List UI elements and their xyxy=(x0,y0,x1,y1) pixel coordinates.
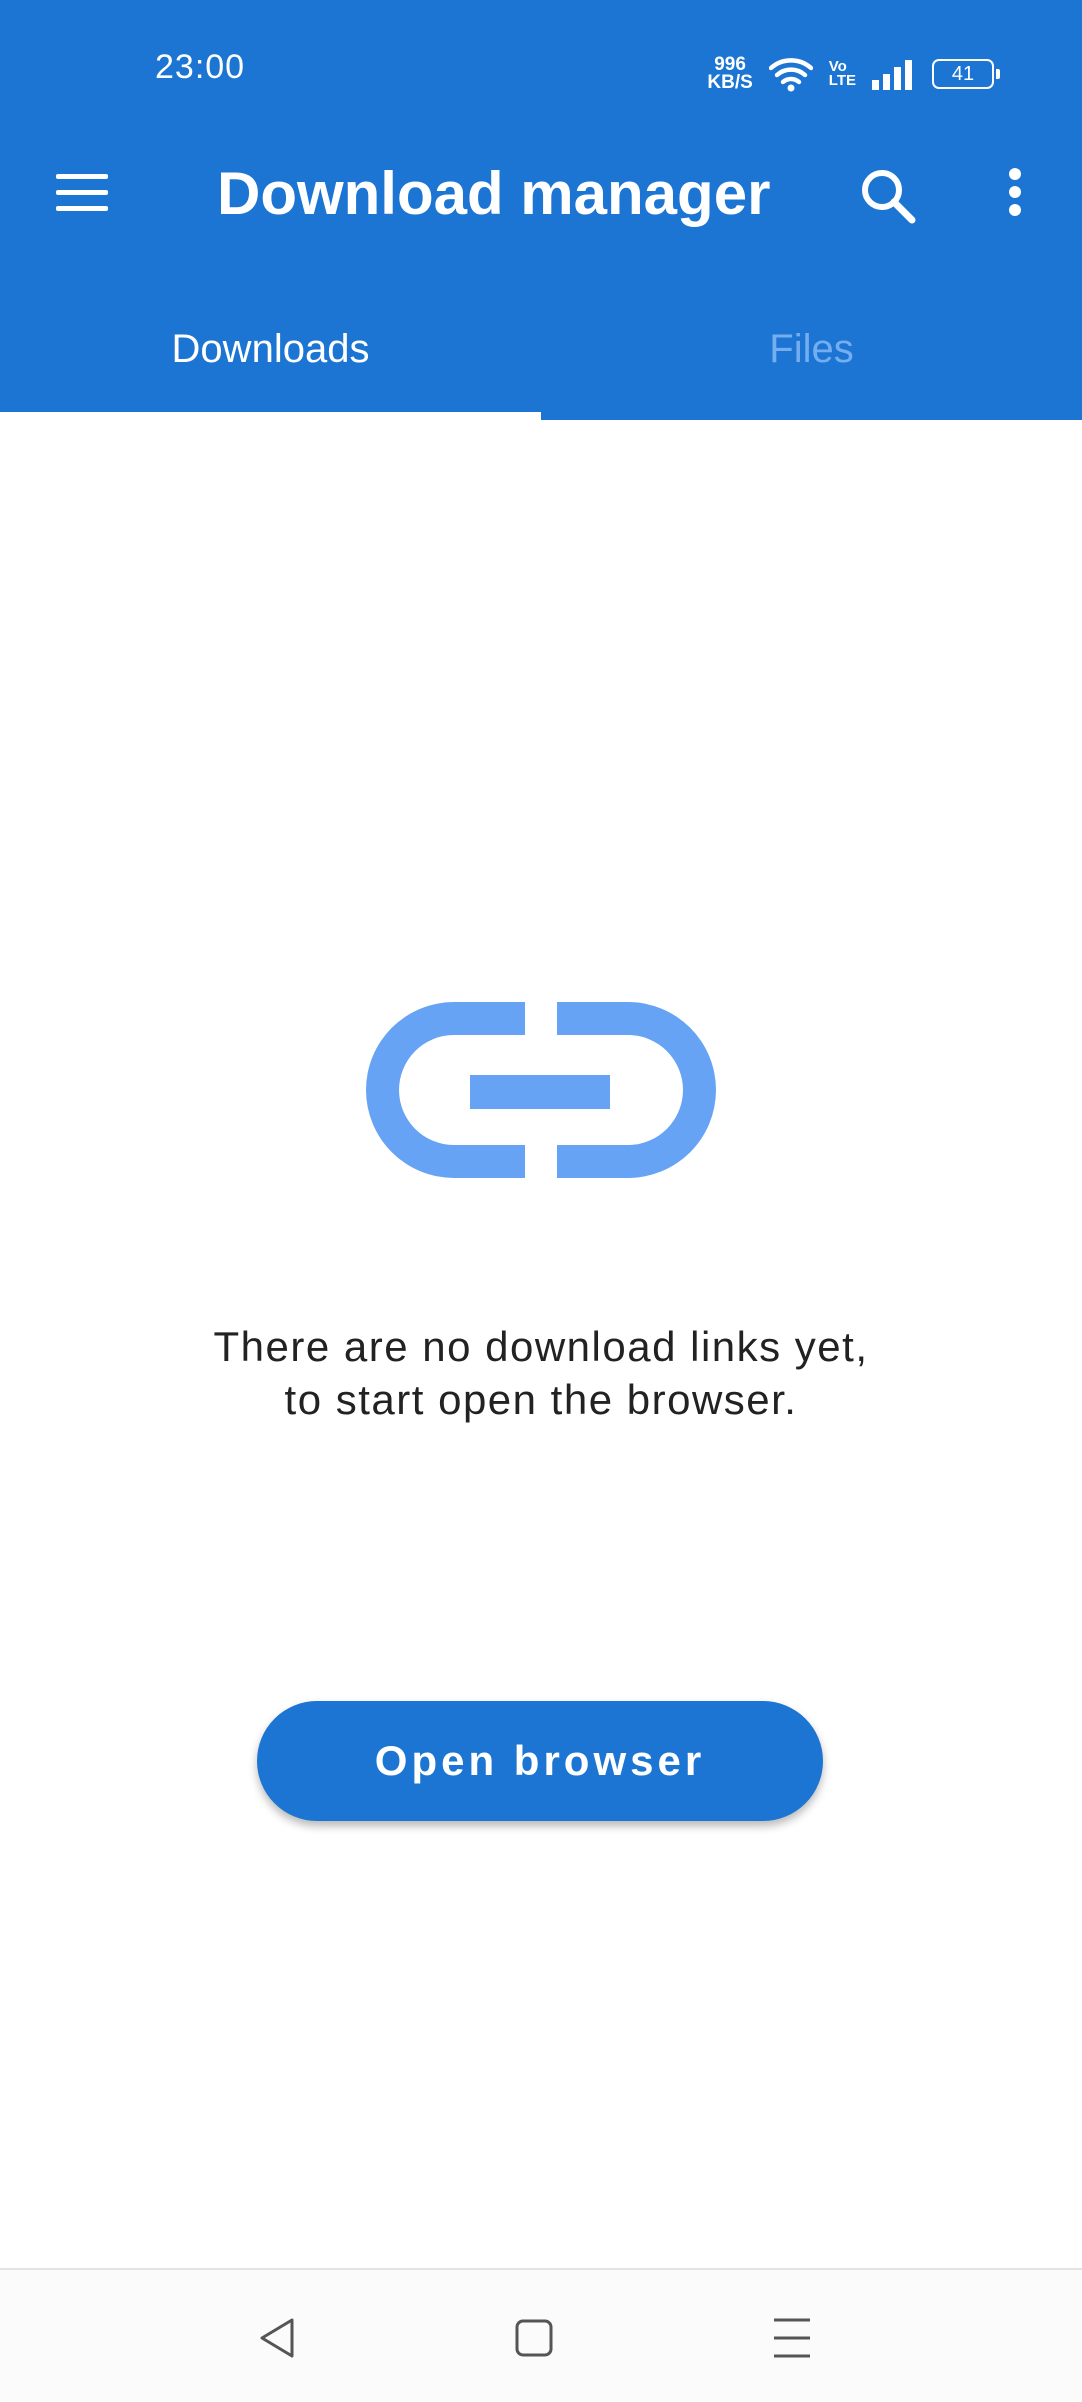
tab-selected-indicator xyxy=(0,412,541,420)
nav-back-button[interactable] xyxy=(237,2300,317,2376)
back-icon xyxy=(260,2318,294,2358)
menu-button[interactable] xyxy=(52,170,118,216)
battery-icon: 41 xyxy=(932,59,1000,89)
system-nav-bar xyxy=(0,2268,1082,2402)
link-icon xyxy=(366,1002,716,1178)
nav-home-button[interactable] xyxy=(494,2300,574,2376)
recents-icon xyxy=(774,2318,810,2358)
status-time: 23:00 xyxy=(155,48,246,86)
more-vert-icon xyxy=(1009,168,1021,216)
battery-level: 41 xyxy=(951,62,975,85)
search-icon xyxy=(862,170,916,224)
nav-recents-button[interactable] xyxy=(752,2300,832,2376)
status-icons: 996 KB/S Vo LTE 41 xyxy=(707,52,1000,96)
tab-downloads[interactable]: Downloads xyxy=(0,300,541,420)
signal-icon xyxy=(872,60,912,90)
page-title: Download manager xyxy=(217,160,771,227)
home-icon xyxy=(515,2319,553,2357)
volte-bottom: LTE xyxy=(828,72,856,89)
volte-indicator: Vo LTE xyxy=(828,59,856,89)
tab-files-label: Files xyxy=(769,326,854,371)
network-speed: 996 KB/S xyxy=(707,55,753,93)
search-button[interactable] xyxy=(852,160,928,236)
wifi-icon xyxy=(768,58,813,92)
open-browser-button[interactable]: Open browser xyxy=(257,1701,823,1821)
more-options-button[interactable] xyxy=(985,160,1045,236)
app-header: 23:00 996 KB/S Vo LTE 41 Download manage… xyxy=(0,0,1082,420)
network-speed-unit: KB/S xyxy=(707,72,753,93)
empty-state-message: There are no download links yet, to star… xyxy=(213,1323,869,1423)
tab-downloads-label: Downloads xyxy=(171,326,370,371)
tab-files[interactable]: Files xyxy=(541,300,1082,420)
